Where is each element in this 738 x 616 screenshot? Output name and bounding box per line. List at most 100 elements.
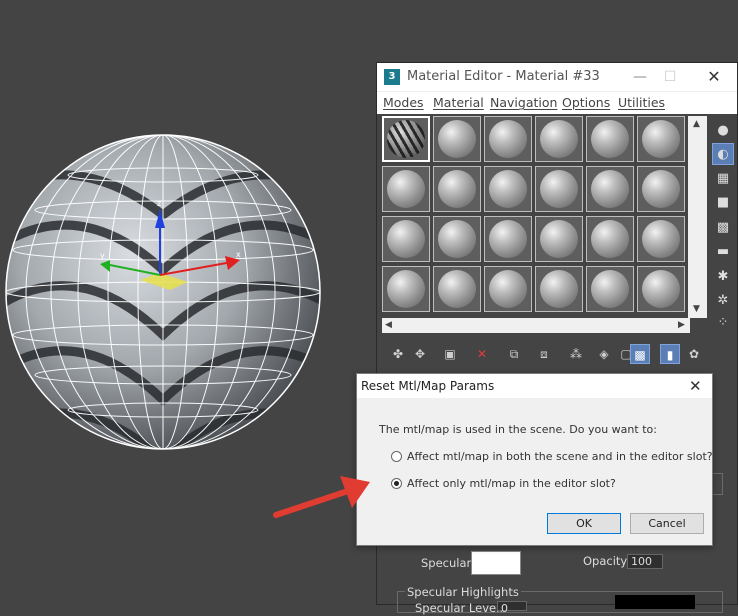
svg-text:y: y	[100, 251, 105, 260]
material-slot[interactable]	[586, 166, 634, 212]
side-toolbar: ● ◐ ▦ ■ ▩ ▬ ✱ ✲ ⁘	[710, 116, 736, 336]
material-slot[interactable]	[535, 216, 583, 262]
material-slot[interactable]	[637, 116, 685, 162]
material-slot[interactable]	[484, 116, 532, 162]
material-slot[interactable]	[535, 116, 583, 162]
material-slot[interactable]	[433, 216, 481, 262]
material-sphere-icon	[540, 270, 578, 308]
material-slot[interactable]	[535, 266, 583, 312]
sphere-icon[interactable]: ●	[712, 120, 734, 142]
window-title: Material Editor - Material #33	[407, 69, 600, 84]
go-sibling-icon[interactable]: ✿	[684, 344, 704, 364]
material-slot[interactable]	[433, 166, 481, 212]
scroll-left-icon[interactable]: ◀	[385, 320, 392, 330]
menu-options[interactable]: Options	[562, 95, 610, 110]
scroll-up-icon[interactable]: ▲	[693, 119, 700, 129]
material-sphere-icon	[387, 220, 425, 258]
menu-bar: Modes Material Navigation Options Utilit…	[377, 91, 737, 114]
material-slot[interactable]	[382, 166, 430, 212]
material-editor-titlebar[interactable]: 3 Material Editor - Material #33 — ☐ ✕	[377, 63, 737, 91]
slots-horizontal-scrollbar[interactable]: ◀ ▶	[382, 318, 690, 333]
menu-utilities[interactable]: Utilities	[618, 95, 665, 110]
material-sphere-icon	[540, 120, 578, 158]
material-slot[interactable]	[382, 116, 430, 162]
menu-navigation[interactable]: Navigation	[490, 95, 557, 110]
material-slot[interactable]	[484, 166, 532, 212]
dialog-body: The mtl/map is used in the scene. Do you…	[357, 399, 713, 545]
unique-icon[interactable]: ⧈	[534, 344, 554, 364]
close-button[interactable]: ✕	[699, 66, 729, 88]
material-slot[interactable]	[382, 216, 430, 262]
make-preview-icon[interactable]: ✱	[712, 266, 734, 288]
material-slot[interactable]	[535, 166, 583, 212]
specular-highlights-label: Specular Highlights	[405, 585, 521, 599]
material-sphere-icon	[642, 120, 680, 158]
show-end-icon[interactable]: ▩	[630, 344, 650, 364]
specular-level-input[interactable]: 0	[497, 601, 527, 615]
option-label: Affect only mtl/map in the editor slot?	[407, 477, 616, 490]
specular-level-label: Specular Level:	[415, 601, 504, 615]
material-slot[interactable]	[433, 116, 481, 162]
color-check-icon[interactable]: ▩	[712, 217, 734, 239]
material-sphere-icon	[591, 170, 629, 208]
material-slot[interactable]	[586, 216, 634, 262]
specular-color-swatch[interactable]	[471, 551, 521, 575]
slots-vertical-scrollbar[interactable]: ▲ ▼	[688, 116, 707, 318]
maximize-button[interactable]: ☐	[655, 66, 685, 88]
dialog-titlebar[interactable]: Reset Mtl/Map Params ✕	[357, 374, 712, 399]
material-slot[interactable]	[586, 116, 634, 162]
material-slot[interactable]	[382, 266, 430, 312]
svg-text:x: x	[236, 250, 241, 259]
material-slot[interactable]	[637, 166, 685, 212]
get-material-icon[interactable]: ✤	[388, 344, 408, 364]
textured-sphere[interactable]: z y x	[0, 130, 330, 460]
material-sphere-icon	[438, 170, 476, 208]
put-to-scene-icon[interactable]: ✥	[410, 344, 430, 364]
menu-material[interactable]: Material	[433, 95, 484, 110]
scroll-right-icon[interactable]: ▶	[678, 320, 685, 330]
backlight-icon[interactable]: ◐	[712, 143, 734, 165]
library-icon[interactable]: ⁂	[566, 344, 586, 364]
material-sphere-icon	[591, 120, 629, 158]
material-sphere-icon	[540, 170, 578, 208]
material-slot[interactable]	[637, 216, 685, 262]
radio-affect-editor-only[interactable]	[391, 478, 402, 489]
bg-color-icon[interactable]: ■	[712, 192, 734, 214]
video-icon[interactable]: ▬	[712, 241, 734, 263]
material-sphere-icon	[387, 270, 425, 308]
cancel-button[interactable]: Cancel	[630, 513, 704, 534]
svg-text:z: z	[157, 199, 161, 208]
app-logo-icon: 3	[384, 69, 400, 85]
reset-icon[interactable]: ✕	[472, 344, 492, 364]
copy-icon[interactable]: ⧉	[504, 344, 524, 364]
highlight-curve-preview	[615, 595, 695, 609]
more-icon[interactable]: ⁘	[712, 312, 734, 334]
scroll-down-icon[interactable]: ▼	[693, 304, 700, 314]
material-slot[interactable]	[484, 216, 532, 262]
material-sphere-icon	[591, 270, 629, 308]
material-slot[interactable]	[586, 266, 634, 312]
material-sphere-icon	[489, 220, 527, 258]
option-affect-both[interactable]: Affect mtl/map in both the scene and in …	[391, 450, 713, 464]
material-sphere-icon	[489, 270, 527, 308]
effects-channel-icon[interactable]: ◈	[594, 344, 614, 364]
options-icon[interactable]: ✲	[712, 290, 734, 312]
menu-modes[interactable]: Modes	[383, 95, 424, 110]
ok-button[interactable]: OK	[547, 513, 621, 534]
checker-icon[interactable]: ▦	[712, 168, 734, 190]
radio-affect-both[interactable]	[391, 451, 402, 462]
minimize-button[interactable]: —	[625, 66, 655, 88]
assign-icon[interactable]: ▣	[440, 344, 460, 364]
material-slot[interactable]	[637, 266, 685, 312]
material-sphere-icon	[387, 170, 425, 208]
specular-label: Specular:	[421, 556, 475, 570]
option-affect-editor-only[interactable]: Affect only mtl/map in the editor slot?	[391, 477, 691, 491]
go-parent-icon[interactable]: ▮	[660, 344, 680, 364]
material-slot[interactable]	[433, 266, 481, 312]
dialog-close-button[interactable]: ✕	[689, 377, 702, 395]
reset-params-dialog: Reset Mtl/Map Params ✕ The mtl/map is us…	[356, 373, 713, 546]
material-sphere-icon	[642, 170, 680, 208]
material-sphere-icon	[591, 220, 629, 258]
material-slot[interactable]	[484, 266, 532, 312]
opacity-input[interactable]: 100	[627, 554, 663, 569]
